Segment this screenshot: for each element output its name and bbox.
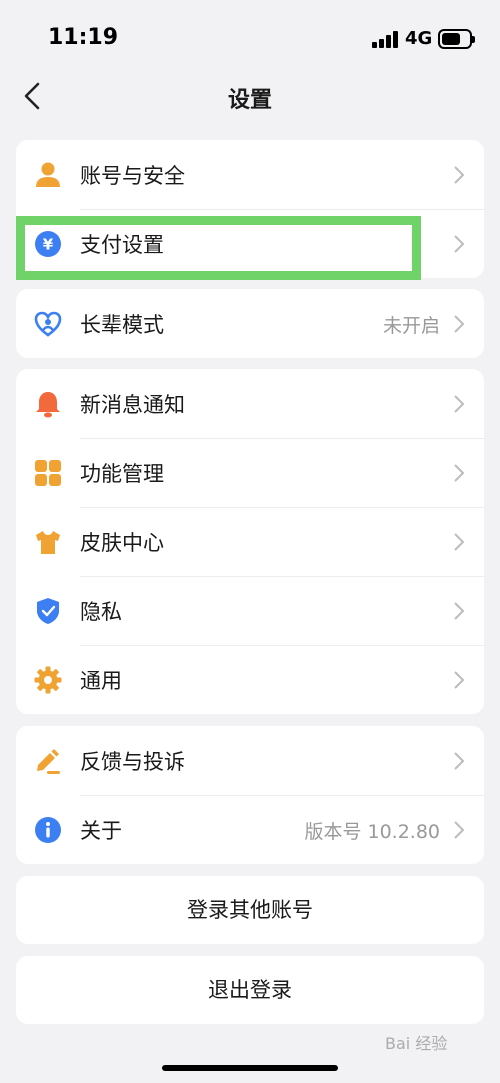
svg-text:¥: ¥ [43, 236, 54, 254]
info-icon [35, 817, 61, 843]
watermark: Bai 经验 [385, 1034, 448, 1053]
settings-group-general: 新消息通知 功能管理 皮肤中心 隐私 通用 [16, 369, 484, 714]
row-label: 反馈与投诉 [80, 750, 185, 774]
battery-icon [438, 29, 475, 49]
bell-icon [36, 392, 60, 418]
row-privacy[interactable]: 隐私 [16, 576, 484, 645]
row-label: 账号与安全 [80, 164, 185, 188]
pencil-icon [37, 749, 60, 774]
row-label: 支付设置 [80, 233, 164, 257]
settings-group-elder: 长辈模式 未开启 [16, 289, 484, 358]
page-title: 设置 [227, 88, 272, 113]
gear-icon [34, 666, 62, 694]
row-label: 皮肤中心 [80, 531, 164, 555]
settings-group-about: 反馈与投诉 关于 版本号 10.2.80 [16, 726, 484, 864]
chevron-right-icon [454, 235, 465, 253]
home-indicator[interactable] [162, 1065, 338, 1071]
chevron-right-icon [454, 166, 465, 184]
row-skin-center[interactable]: 皮肤中心 [16, 507, 484, 576]
row-account-security[interactable]: 账号与安全 [16, 140, 484, 209]
nav-bar: 设置 [0, 70, 500, 126]
network-label: 4G [405, 28, 433, 49]
logout-button[interactable]: 退出登录 [16, 956, 484, 1024]
row-label: 功能管理 [80, 462, 164, 486]
row-about[interactable]: 关于 版本号 10.2.80 [16, 795, 484, 864]
row-feedback[interactable]: 反馈与投诉 [16, 726, 484, 795]
row-payment-settings[interactable]: ¥ 支付设置 [16, 209, 484, 278]
chevron-right-icon [454, 533, 465, 551]
grid-icon [35, 460, 61, 486]
user-icon [36, 162, 60, 187]
status-time: 11:19 [48, 25, 119, 50]
status-bar: 11:19 4G [0, 0, 500, 70]
chevron-right-icon [454, 752, 465, 770]
row-value: 版本号 10.2.80 [304, 821, 440, 843]
yuan-icon: ¥ [35, 231, 61, 257]
row-label: 通用 [80, 669, 122, 693]
row-label: 关于 [80, 819, 122, 843]
chevron-right-icon [454, 602, 465, 620]
chevron-right-icon [454, 395, 465, 413]
row-label: 新消息通知 [80, 393, 185, 417]
row-label: 长辈模式 [80, 313, 164, 337]
chevron-right-icon [454, 671, 465, 689]
row-value: 未开启 [382, 315, 440, 337]
heart-person-icon [34, 311, 62, 337]
switch-account-button[interactable]: 登录其他账号 [16, 876, 484, 944]
signal-icon [372, 30, 400, 48]
row-label: 隐私 [80, 600, 122, 624]
row-elder-mode[interactable]: 长辈模式 未开启 [16, 289, 484, 358]
chevron-right-icon [454, 821, 465, 839]
battery-fill [442, 33, 460, 45]
settings-group-account: 账号与安全 ¥ 支付设置 [16, 140, 484, 278]
chevron-right-icon [454, 315, 465, 333]
tshirt-icon [36, 531, 60, 554]
row-general[interactable]: 通用 [16, 645, 484, 714]
row-feature-management[interactable]: 功能管理 [16, 438, 484, 507]
chevron-right-icon [454, 464, 465, 482]
shield-icon [37, 598, 59, 624]
row-notifications[interactable]: 新消息通知 [16, 369, 484, 438]
